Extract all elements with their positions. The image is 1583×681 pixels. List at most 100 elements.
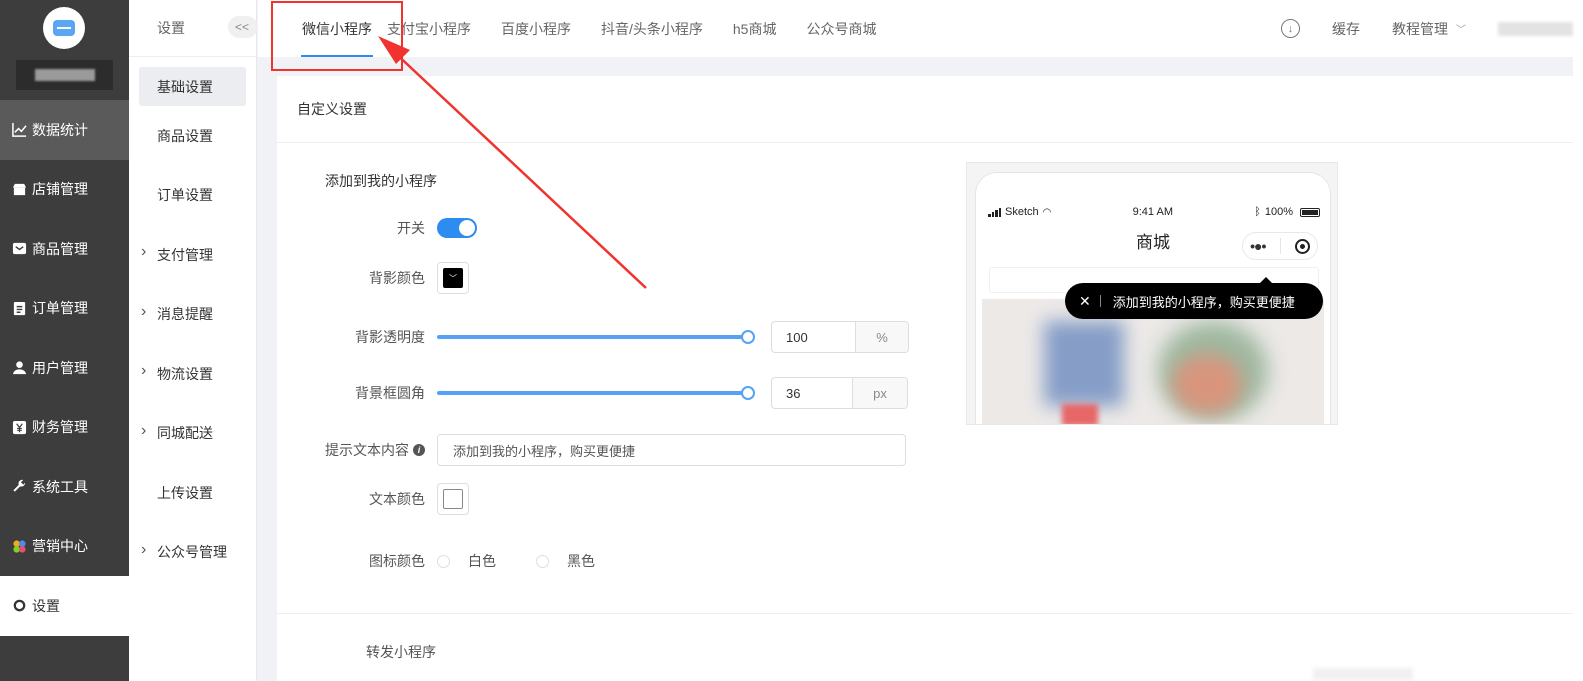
opacity-slider[interactable] [437, 327, 755, 347]
tab-alipay-miniprogram[interactable]: 支付宝小程序 [387, 0, 486, 57]
sidebar-item-products[interactable]: 商品管理 [0, 219, 129, 279]
subnav-item-basic[interactable]: 基础设置 [139, 67, 246, 106]
cache-button[interactable]: 缓存 [1332, 19, 1360, 39]
radio-white-label: 白色 [468, 553, 496, 569]
sidebar-item-label: 用户管理 [32, 359, 88, 376]
sidebar-item-label: 数据统计 [32, 121, 88, 138]
tab-douyin-miniprogram[interactable]: 抖音/头条小程序 [586, 0, 718, 57]
sidebar-item-statistics[interactable]: 数据统计 [0, 100, 129, 160]
enable-switch[interactable] [437, 218, 477, 238]
subnav-item-label: 消息提醒 [157, 306, 213, 323]
subnav-item-label: 商品设置 [157, 127, 213, 144]
user-icon [12, 360, 27, 375]
radius-label: 背景框圆角 [355, 385, 425, 401]
sidebar-item-settings[interactable]: 设置 [0, 576, 129, 636]
slider-track [437, 335, 749, 339]
radius-slider[interactable] [437, 383, 755, 403]
tip-text-label-text: 提示文本内容 [325, 442, 409, 458]
sidebar-item-marketing[interactable]: 营销中心 [0, 517, 129, 577]
sidebar-item-tools[interactable]: 系统工具 [0, 457, 129, 517]
subnav-item-logistics[interactable]: 物流设置 [129, 344, 256, 404]
radio-black-label: 黑色 [567, 553, 595, 569]
tab-official-account-mall[interactable]: 公众号商城 [791, 0, 891, 57]
subnav-item-payment[interactable]: 支付管理 [129, 225, 256, 285]
bg-color-picker[interactable]: ﹀ [437, 262, 469, 294]
radio-white[interactable]: 白色 [437, 551, 496, 571]
battery-icon [1299, 207, 1320, 217]
tab-wechat-miniprogram[interactable]: 微信小程序 [287, 0, 387, 57]
scrollbar-track[interactable] [1573, 57, 1583, 681]
blurred-username[interactable] [1498, 21, 1573, 36]
subnav-item-upload[interactable]: 上传设置 [129, 463, 256, 523]
download-button[interactable]: ↓ [1281, 19, 1300, 38]
subnav-item-notification[interactable]: 消息提醒 [129, 285, 256, 345]
form-row-bg-color: 背影颜色 ﹀ [277, 262, 957, 294]
status-time: 9:41 AM [1132, 206, 1173, 218]
opacity-input[interactable]: 100 % [771, 321, 909, 353]
bg-color-swatch: ﹀ [443, 268, 463, 288]
text-color-picker[interactable] [437, 483, 469, 515]
tip-text-input[interactable]: 添加到我的小程序，购买更便捷 [437, 434, 906, 466]
download-icon: ↓ [1281, 19, 1300, 38]
shop-icon [12, 182, 27, 197]
section-title-forward: 转发小程序 [366, 644, 436, 660]
subnav-item-label: 上传设置 [157, 484, 213, 501]
collapse-button[interactable]: << [228, 16, 258, 38]
tutorial-label: 教程管理 [1392, 20, 1448, 37]
sidebar-item-label: 营销中心 [32, 538, 88, 555]
subnav-item-order[interactable]: 订单设置 [129, 166, 256, 226]
line-chart-icon [12, 122, 27, 138]
switch-label: 开关 [397, 220, 425, 236]
sidebar-item-label: 系统工具 [32, 478, 88, 495]
subnav-item-product[interactable]: 商品设置 [129, 106, 256, 166]
icon-color-label: 图标颜色 [369, 553, 425, 569]
radio-circle[interactable] [536, 554, 549, 568]
sidebar-item-orders[interactable]: 订单管理 [0, 279, 129, 339]
settings-card: 自定义设置 添加到我的小程序 开关 背影颜色 ﹀ 背影透明度 100 % 背景框… [277, 76, 1573, 681]
sidebar-item-shop[interactable]: 店铺管理 [0, 160, 129, 220]
tab-h5-mall[interactable]: h5商城 [718, 0, 792, 57]
close-icon: ✕ [1079, 292, 1091, 309]
radius-input[interactable]: 36 px [771, 377, 908, 409]
subnav-item-official-account[interactable]: 公众号管理 [129, 523, 256, 583]
sidebar-item-users[interactable]: 用户管理 [0, 338, 129, 398]
subnav-title: 设置 [157, 20, 185, 36]
tip-text-label: 提示文本内容 i [277, 440, 437, 460]
subnav-item-label: 支付管理 [157, 246, 213, 263]
radius-value[interactable]: 36 [772, 378, 852, 408]
close-target-icon [1294, 238, 1310, 254]
subnav-header: 设置 << [129, 0, 258, 57]
logo-icon [53, 20, 75, 36]
blurred-shop-name [16, 60, 113, 90]
blurred-footer-text [1313, 668, 1413, 680]
slider-handle[interactable] [741, 330, 755, 344]
section-title-add-miniprogram: 添加到我的小程序 [325, 173, 437, 189]
bg-color-label: 背影颜色 [369, 270, 425, 286]
phone-frame: Sketch ◠ 9:41 AM ᛒ 100% 商城 •●• ✕ 添加到我的小程… [975, 172, 1331, 424]
slider-handle[interactable] [741, 386, 755, 400]
form-row-radius: 背景框圆角 36 px [277, 377, 957, 409]
status-right: ᛒ 100% [1254, 206, 1320, 218]
form-row-tip-text: 提示文本内容 i 添加到我的小程序，购买更便捷 [277, 434, 957, 466]
carrier-name: Sketch [1005, 206, 1039, 218]
gear-icon [12, 598, 27, 613]
card-title: 自定义设置 [277, 76, 1573, 143]
tab-baidu-miniprogram[interactable]: 百度小程序 [486, 0, 586, 57]
opacity-label: 背影透明度 [355, 329, 425, 345]
subnav-item-local-delivery[interactable]: 同城配送 [129, 404, 256, 464]
info-icon[interactable]: i [413, 444, 425, 456]
subnav-item-label: 订单设置 [157, 187, 213, 204]
form-row-opacity: 背影透明度 100 % [277, 321, 957, 353]
radio-black[interactable]: 黑色 [536, 551, 595, 571]
app-logo[interactable] [43, 7, 85, 49]
settings-subnav: 设置 << 基础设置 商品设置 订单设置 支付管理 消息提醒 物流设置 同城配送… [129, 0, 258, 681]
tooltip-divider [1099, 295, 1101, 307]
marketing-icon [12, 539, 27, 554]
form-row-icon-color: 图标颜色 白色 黑色 [277, 551, 957, 571]
tutorial-dropdown[interactable]: 教程管理 ﹀ [1392, 19, 1466, 39]
slider-track [437, 391, 749, 395]
opacity-value[interactable]: 100 [772, 322, 855, 352]
radio-circle[interactable] [437, 554, 450, 568]
status-left: Sketch ◠ [988, 206, 1051, 218]
sidebar-item-finance[interactable]: 财务管理 [0, 398, 129, 458]
